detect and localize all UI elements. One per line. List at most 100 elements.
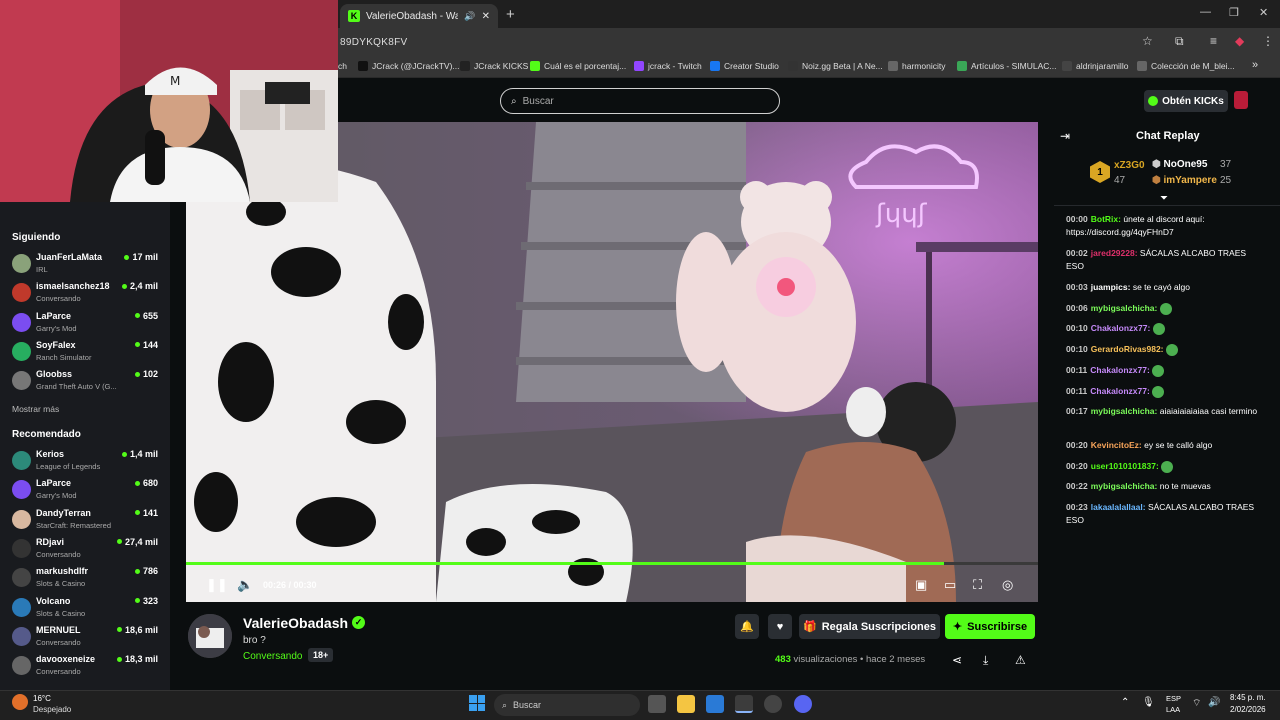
weather-icon[interactable] (12, 694, 28, 710)
sidebar-channel[interactable]: MERNUEL Conversando 18,6 mil (12, 625, 162, 653)
sidebar-channel[interactable]: LaParce Garry's Mod 655 (12, 311, 162, 339)
app-icon[interactable] (764, 695, 782, 713)
message-user[interactable]: Chakalonzx77: (1090, 386, 1150, 396)
sidebar-channel[interactable]: RDjavi Conversando 27,4 mil (12, 537, 162, 565)
bookmark-star-icon[interactable]: ☆ (1142, 34, 1153, 48)
get-kicks-button[interactable]: Obtén KICKs (1144, 90, 1228, 112)
gift-subs-button[interactable]: 🎁 Regala Suscripciones (799, 614, 940, 639)
profile-extension-icon[interactable]: ◆ (1235, 34, 1244, 48)
extensions-icon[interactable]: ⧉ (1175, 34, 1184, 49)
wifi-icon[interactable]: ⌔ (1192, 697, 1201, 710)
chrome-icon[interactable] (735, 695, 753, 713)
sidebar-channel[interactable]: SoyFalex Ranch Simulator 144 (12, 340, 162, 368)
sidebar-channel[interactable]: Kerios League of Legends 1,4 mil (12, 449, 162, 477)
bookmark-item[interactable]: ch (338, 61, 347, 71)
leaderboard-name-2[interactable]: ⬢ NoOne95 (1152, 159, 1207, 170)
bookmark-favicon-icon (358, 61, 368, 71)
subscribe-button[interactable]: ✦ Suscribirse (945, 614, 1035, 639)
url-field[interactable]: 89DYKQK8FV (340, 37, 407, 48)
bookmark-favicon-icon (710, 61, 720, 71)
message-user[interactable]: user1010101837: (1091, 461, 1159, 471)
message-user[interactable]: Chakalonzx77: (1090, 365, 1150, 375)
bookmark-item[interactable]: jcrack - Twitch (634, 61, 702, 71)
user-avatar[interactable] (1234, 91, 1248, 109)
microphone-icon[interactable]: 🎙 (1142, 697, 1155, 708)
leaderboard-name-1[interactable]: xZ3G0 (1114, 160, 1145, 171)
show-more-link[interactable]: Mostrar más (12, 404, 59, 414)
leaderboard-name-3[interactable]: ⬢ imYampere (1152, 175, 1217, 186)
leaderboard-expand-icon[interactable]: ⏷ (1160, 193, 1168, 204)
bookmark-item[interactable]: Cuál es el porcentaj... (530, 61, 626, 71)
message-user[interactable]: mybigsalchicha: (1091, 303, 1158, 313)
speaker-icon[interactable]: 🔊 (1208, 697, 1220, 708)
sidebar-channel[interactable]: DandyTerran StarCraft: Remastered 141 (12, 508, 162, 536)
share-icon[interactable]: ⋖ (952, 653, 962, 667)
clock-time[interactable]: 8:45 p. m. (1230, 693, 1266, 702)
report-icon[interactable]: ⚠ (1015, 653, 1026, 667)
language-region[interactable]: LAA (1166, 705, 1180, 714)
tab-audio-icon[interactable]: 🔊 (464, 11, 475, 22)
sidebar-channel[interactable]: ismaelsanchez18 Conversando 2,4 mil (12, 281, 162, 309)
pause-icon[interactable]: ❚❚ (206, 577, 228, 593)
close-window-icon[interactable]: ✕ (1259, 6, 1268, 19)
bookmark-item[interactable]: harmonicity (888, 61, 945, 71)
volume-icon[interactable]: 🔈 (237, 577, 253, 593)
bookmark-item[interactable]: aldrinjaramillo (1062, 61, 1128, 71)
streamer-name[interactable]: ValerieObadash (243, 615, 348, 631)
message-user[interactable]: KevincitoEz: (1091, 440, 1142, 450)
mail-icon[interactable] (706, 695, 724, 713)
channel-viewers: 18,3 mil (116, 654, 158, 664)
tab-close-icon[interactable]: ✕ (482, 11, 490, 22)
message-user[interactable]: BotRix: (1091, 214, 1121, 224)
browser-tab[interactable]: K ValerieObadash - Watch cl... 🔊 ✕ (340, 4, 498, 28)
sidebar-channel[interactable]: LaParce Garry's Mod 680 (12, 478, 162, 506)
bookmark-item[interactable]: Creator Studio (710, 61, 779, 71)
file-explorer-icon[interactable] (677, 695, 695, 713)
bookmark-item[interactable]: Colección de M_blei... (1137, 61, 1235, 71)
follow-button[interactable]: ♥ (768, 614, 792, 639)
chat-message: 00:17 mybigsalchicha: aiaiaiaiaiaiaa casi… (1066, 405, 1262, 418)
playback-speed-icon[interactable]: ◎ (1002, 577, 1013, 593)
pip-icon[interactable]: ▣ (915, 577, 927, 593)
fullscreen-icon[interactable]: ⛶ (973, 577, 982, 593)
tray-expand-icon[interactable]: ⌃ (1121, 697, 1129, 708)
message-user[interactable]: GerardoRivas982: (1091, 344, 1164, 354)
sidebar-channel[interactable]: Gloobss Grand Theft Auto V (G... 102 (12, 369, 162, 397)
restore-icon[interactable]: ❐ (1229, 6, 1239, 19)
sidebar-channel[interactable]: davooxeneize Conversando 18,3 mil (12, 654, 162, 682)
search-input[interactable]: ⌕ Buscar (500, 88, 780, 114)
channel-viewers: 27,4 mil (116, 537, 158, 547)
bookmark-item[interactable]: Artículos - SIMULAC... (957, 61, 1057, 71)
bookmark-item[interactable]: JCrack KICKS (460, 61, 528, 71)
discord-icon[interactable] (794, 695, 812, 713)
minimize-icon[interactable]: — (1200, 6, 1211, 18)
task-view-icon[interactable] (648, 695, 666, 713)
browser-menu-icon[interactable]: ⋮ (1262, 34, 1274, 48)
notifications-button[interactable]: 🔔 (735, 614, 759, 639)
media-control-icon[interactable]: ≡ (1210, 34, 1217, 48)
bookmark-item[interactable]: JCrack (@JCrackTV)... (358, 61, 460, 71)
taskbar-search[interactable]: ⌕ Buscar (494, 694, 640, 716)
sidebar-channel[interactable]: JuanFerLaMata IRL 17 mil (12, 252, 162, 280)
language-code[interactable]: ESP (1166, 694, 1181, 703)
windows-start-icon[interactable] (469, 695, 485, 711)
chat-message: 00:06 mybigsalchicha: (1066, 302, 1262, 315)
message-user[interactable]: juampics: (1091, 282, 1131, 292)
stream-category[interactable]: Conversando (243, 651, 302, 662)
download-icon[interactable]: ⤓ (983, 653, 988, 668)
more-bookmarks-icon[interactable]: » (1252, 59, 1258, 71)
channel-category: Slots & Casino (36, 579, 86, 589)
sidebar-channel[interactable]: markushdlfr Slots & Casino 786 (12, 566, 162, 594)
new-tab-button[interactable]: + (506, 6, 515, 23)
message-user[interactable]: mybigsalchicha: (1091, 481, 1158, 491)
clock-date[interactable]: 2/02/2026 (1230, 705, 1266, 714)
bookmark-item[interactable]: Noiz.gg Beta | A Ne... (788, 61, 883, 71)
message-user[interactable]: jared29228: (1091, 248, 1138, 258)
message-user[interactable]: lakaalalallaal: (1091, 502, 1146, 512)
message-user[interactable]: Chakalonzx77: (1091, 323, 1151, 333)
collapse-chat-icon[interactable]: ⇥ (1060, 129, 1070, 143)
streamer-avatar[interactable] (188, 614, 232, 658)
sidebar-channel[interactable]: Volcano Slots & Casino 323 (12, 596, 162, 624)
theater-mode-icon[interactable]: ▭ (944, 577, 956, 593)
message-user[interactable]: mybigsalchicha: (1091, 406, 1158, 416)
